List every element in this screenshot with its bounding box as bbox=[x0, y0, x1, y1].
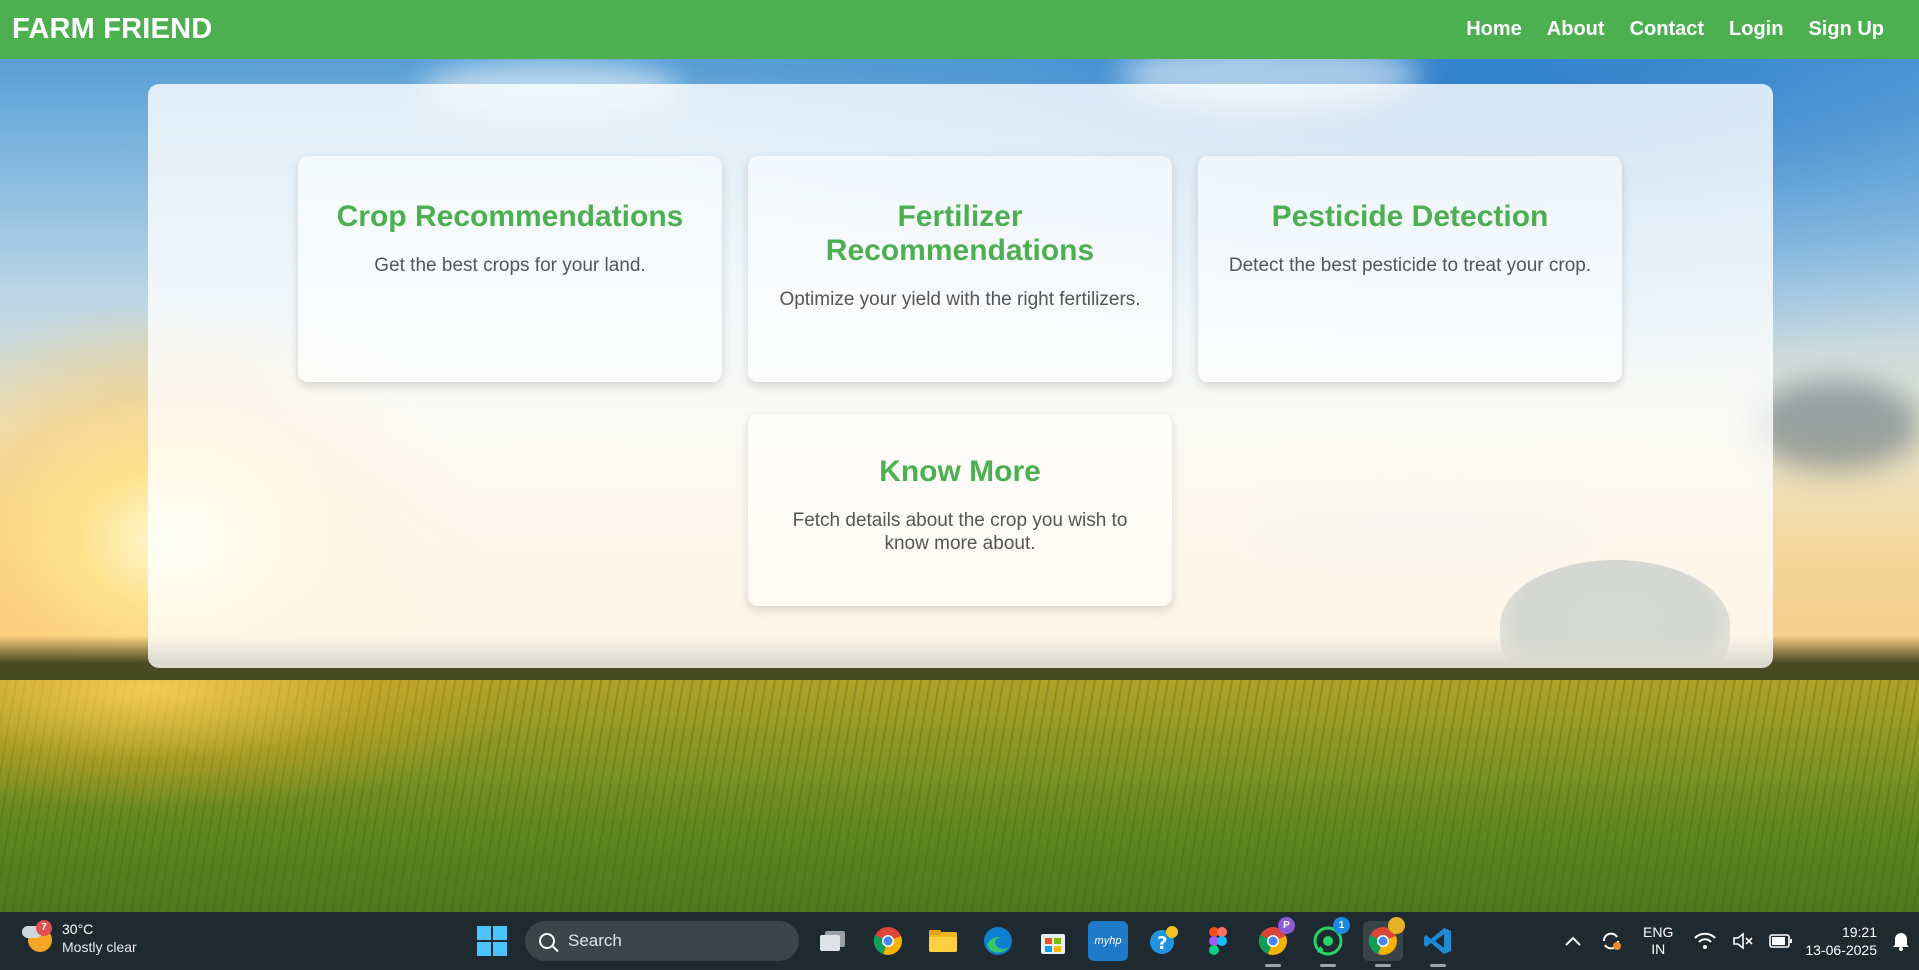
search-label: Search bbox=[568, 931, 622, 950]
file-explorer-icon[interactable] bbox=[923, 921, 963, 961]
clock-date: 13-06-2025 bbox=[1805, 942, 1877, 958]
chrome-icon[interactable] bbox=[868, 921, 908, 961]
weather-badge: 7 bbox=[36, 920, 52, 936]
windows-taskbar: 7 30°C Mostly clear Search myhp ? P 1 EN… bbox=[0, 912, 1919, 970]
language-line-1: ENG bbox=[1643, 924, 1674, 940]
wifi-icon[interactable] bbox=[1691, 927, 1719, 955]
taskbar-apps: Search myhp ? P 1 bbox=[472, 917, 1473, 967]
svg-text:?: ? bbox=[1157, 933, 1167, 954]
vscode-icon[interactable] bbox=[1418, 921, 1458, 967]
card-crop-recommendations[interactable]: Crop Recommendations Get the best crops … bbox=[298, 156, 722, 382]
nav-home-link[interactable]: Home bbox=[1466, 18, 1522, 41]
nav-contact-link[interactable]: Contact bbox=[1630, 18, 1704, 41]
store-icon[interactable] bbox=[1033, 921, 1073, 961]
card-title: Crop Recommendations bbox=[336, 200, 684, 233]
taskbar-search[interactable]: Search bbox=[525, 921, 799, 961]
myhp-icon[interactable]: myhp bbox=[1088, 921, 1128, 961]
card-title: Fertilizer Recommendations bbox=[825, 200, 1095, 267]
chrome-active-icon[interactable] bbox=[1363, 917, 1405, 967]
card-description: Fetch details about the crop you wish to… bbox=[792, 510, 1128, 554]
notification-bell-icon[interactable] bbox=[1887, 927, 1915, 955]
start-icon[interactable] bbox=[472, 921, 512, 961]
language-indicator[interactable]: ENG IN bbox=[1643, 924, 1673, 958]
card-title: Know More bbox=[879, 455, 1041, 488]
system-tray: ENG IN 19:21 13-06-2025 bbox=[1559, 912, 1919, 970]
card-description: Optimize your yield with the right ferti… bbox=[779, 289, 1141, 310]
weather-condition: Mostly clear bbox=[62, 939, 137, 955]
battery-icon[interactable] bbox=[1767, 927, 1795, 955]
card-know-more[interactable]: Know More Fetch details about the crop y… bbox=[748, 414, 1172, 606]
weather-temperature: 30°C bbox=[62, 921, 94, 937]
chevron-up-icon[interactable] bbox=[1559, 927, 1587, 955]
card-description: Detect the best pesticide to treat your … bbox=[1228, 255, 1592, 276]
chrome-notify-badge bbox=[1388, 917, 1405, 934]
whatsapp-badge: 1 bbox=[1333, 917, 1350, 934]
chrome-profile-icon[interactable]: P bbox=[1253, 917, 1295, 967]
search-icon bbox=[539, 933, 555, 949]
nav-links: Home About Contact Login Sign Up bbox=[1441, 18, 1884, 41]
features-panel: Crop Recommendations Get the best crops … bbox=[148, 84, 1773, 668]
card-pesticide-detection[interactable]: Pesticide Detection Detect the best pest… bbox=[1198, 156, 1622, 382]
language-line-2: IN bbox=[1651, 941, 1666, 957]
sync-icon[interactable] bbox=[1597, 927, 1625, 955]
card-title: Pesticide Detection bbox=[1271, 200, 1549, 233]
whatsapp-icon[interactable]: 1 bbox=[1308, 917, 1350, 967]
volume-muted-icon[interactable] bbox=[1729, 927, 1757, 955]
card-description: Get the best crops for your land. bbox=[374, 255, 646, 276]
weather-widget[interactable]: 7 30°C Mostly clear bbox=[22, 920, 137, 956]
weather-icon: 7 bbox=[22, 920, 56, 954]
chrome-profile-badge: P bbox=[1278, 917, 1295, 934]
card-fertilizer-recommendations[interactable]: Fertilizer Recommendations Optimize your… bbox=[748, 156, 1172, 382]
brand-logo[interactable]: FARM FRIEND bbox=[12, 13, 212, 46]
help-icon[interactable]: ? bbox=[1143, 921, 1183, 961]
rice-field bbox=[0, 680, 1919, 912]
figma-icon[interactable] bbox=[1198, 921, 1238, 961]
task-view-icon[interactable] bbox=[813, 921, 853, 961]
nav-about-link[interactable]: About bbox=[1547, 18, 1605, 41]
nav-login-link[interactable]: Login bbox=[1729, 18, 1783, 41]
edge-icon[interactable] bbox=[978, 921, 1018, 961]
nav-signup-link[interactable]: Sign Up bbox=[1808, 18, 1884, 41]
taskbar-clock[interactable]: 19:21 13-06-2025 bbox=[1805, 923, 1877, 959]
clock-time: 19:21 bbox=[1841, 924, 1877, 940]
top-navbar: FARM FRIEND Home About Contact Login Sig… bbox=[0, 0, 1919, 59]
